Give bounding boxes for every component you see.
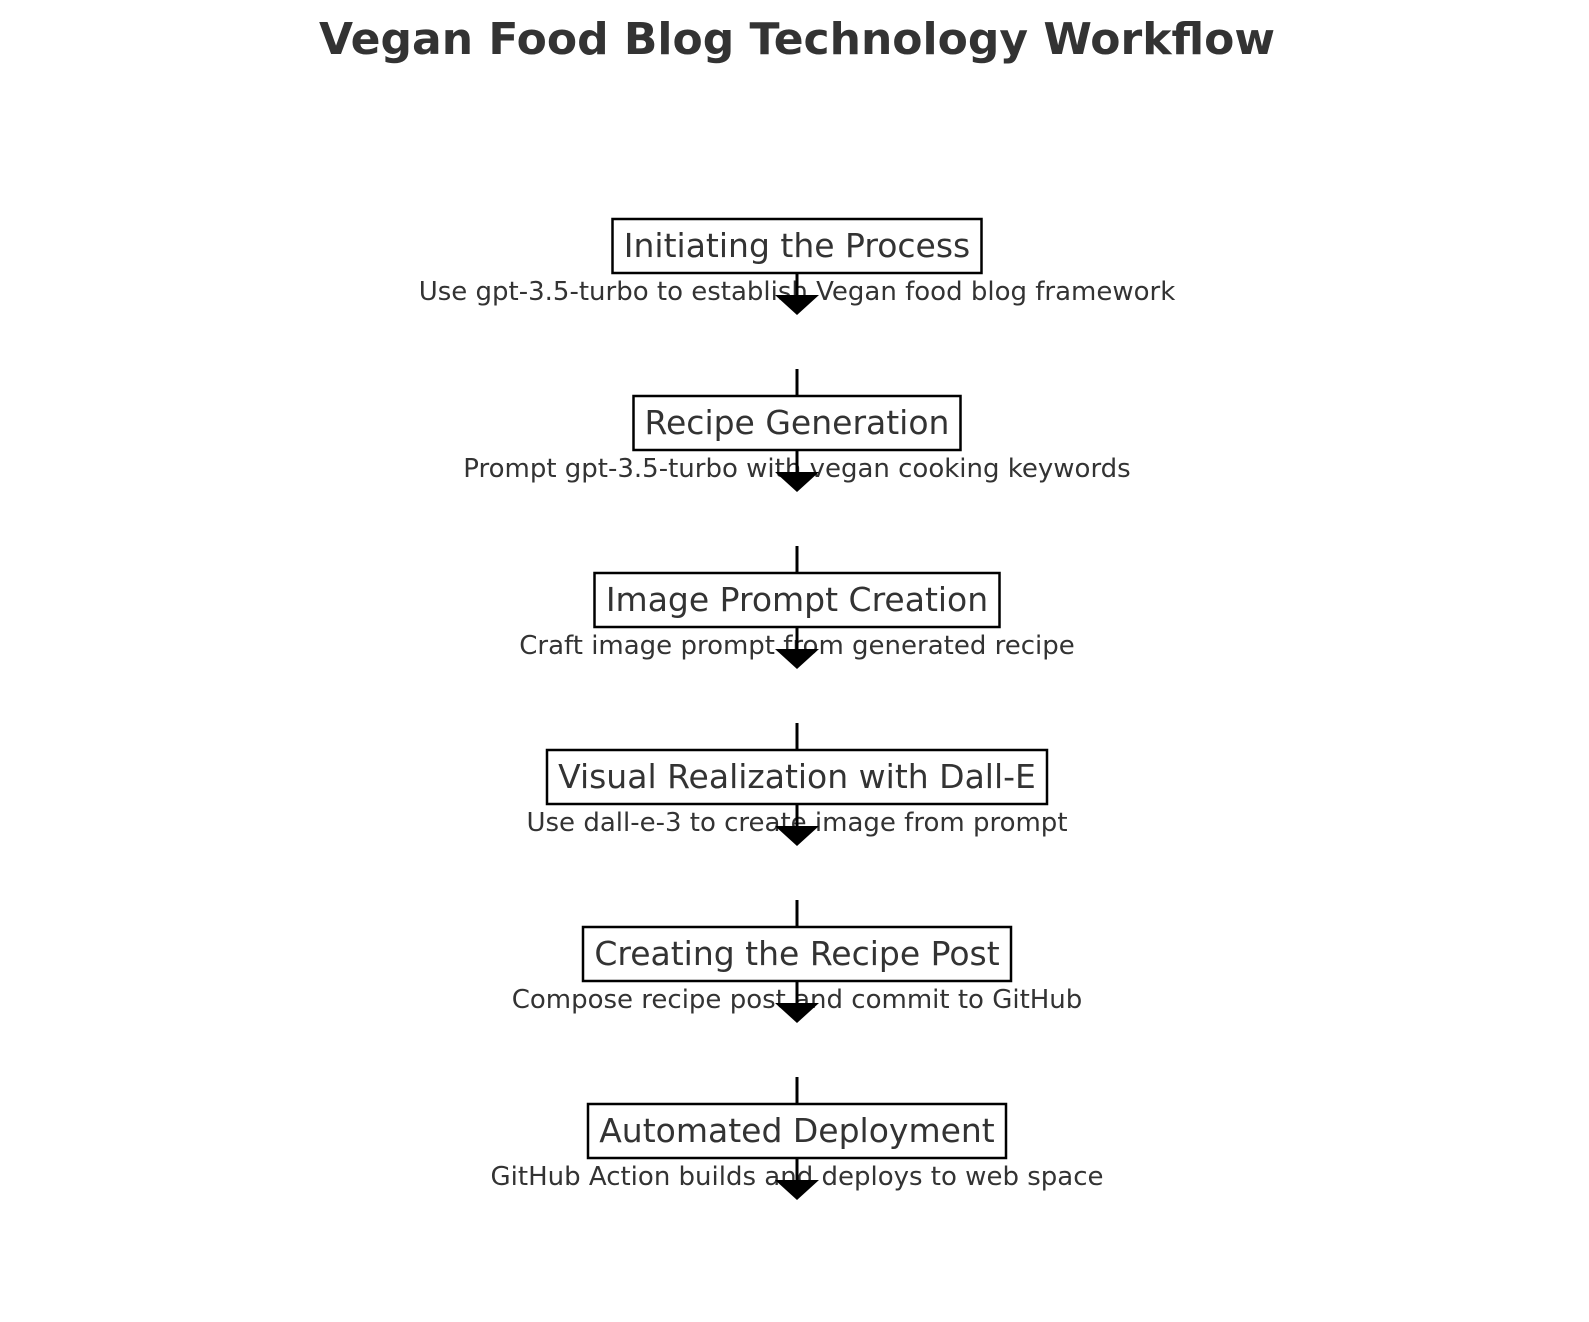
step-title: Creating the Recipe Post xyxy=(594,934,999,973)
diagram-title: Vegan Food Blog Technology Workflow xyxy=(319,14,1275,65)
workflow-diagram: Vegan Food Blog Technology Workflow Init… xyxy=(319,14,1275,1200)
step-title: Visual Realization with Dall-E xyxy=(558,757,1036,796)
step-title: Automated Deployment xyxy=(599,1111,995,1150)
step-title: Recipe Generation xyxy=(645,403,950,442)
workflow-steps: Initiating the ProcessUse gpt-3.5-turbo … xyxy=(419,217,1175,1192)
step-title: Initiating the Process xyxy=(624,226,970,265)
step-title: Image Prompt Creation xyxy=(606,580,988,619)
